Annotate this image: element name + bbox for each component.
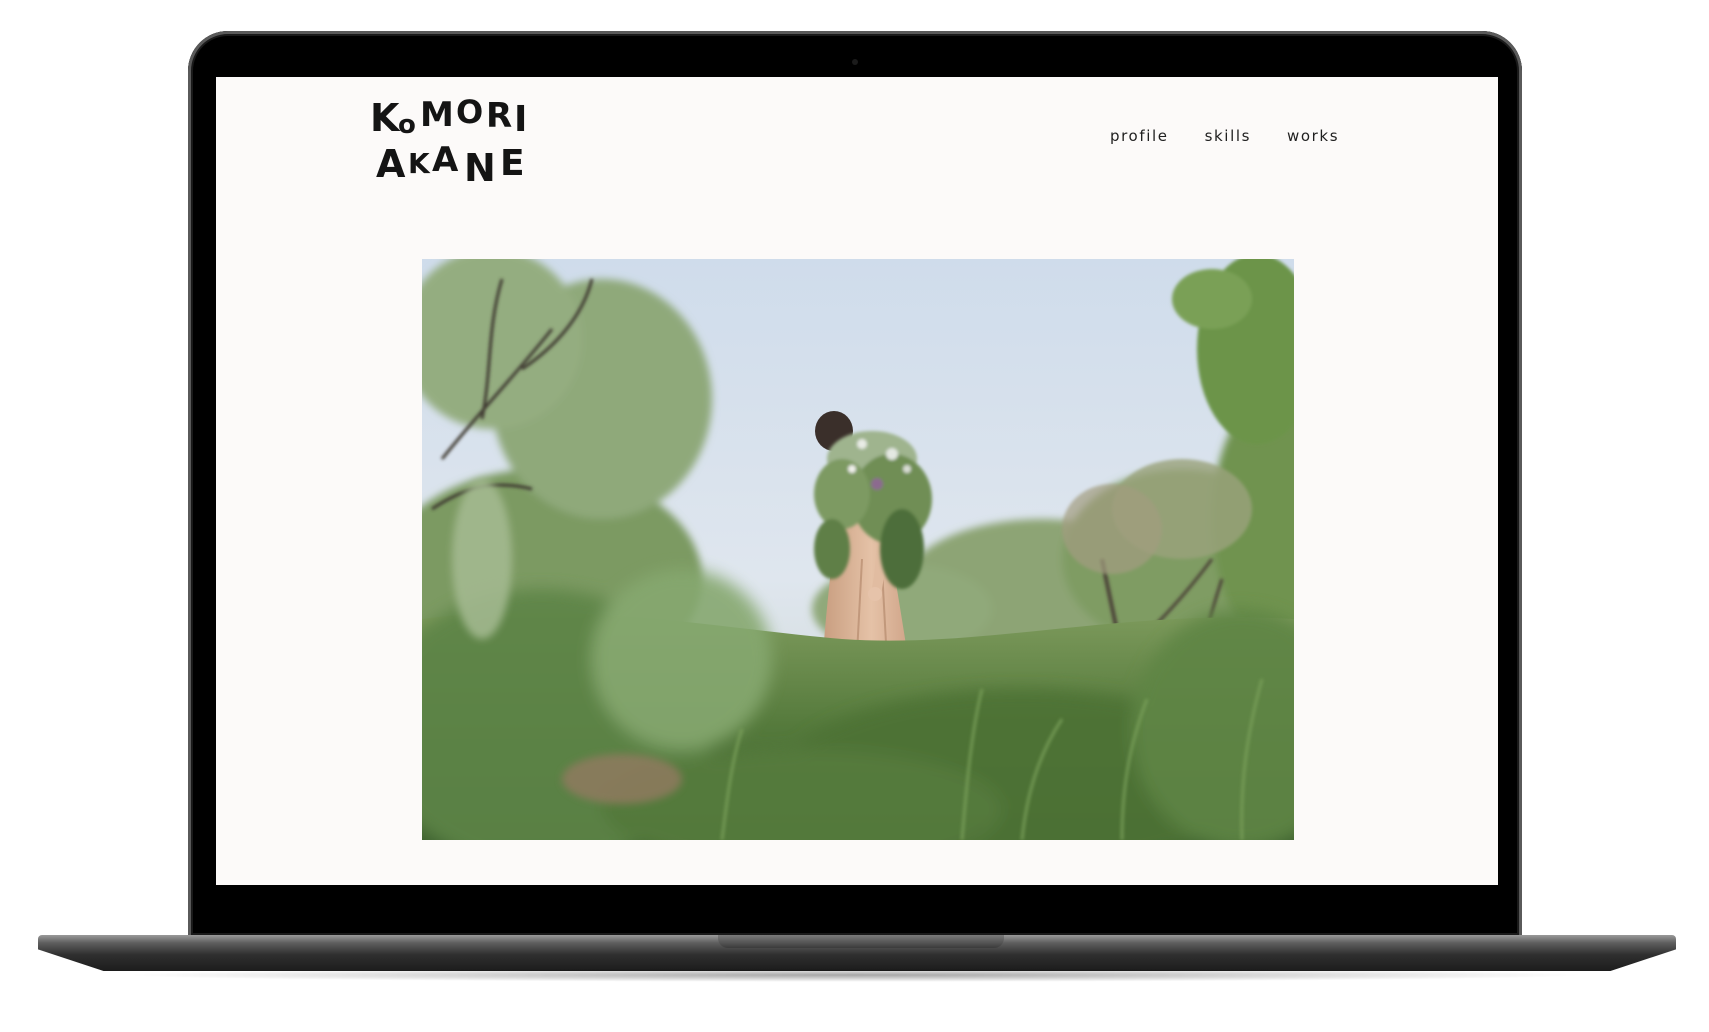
- site-logo[interactable]: K o M O R I A K A N E: [368, 89, 548, 185]
- main-nav: profile skills works: [1110, 127, 1339, 145]
- logo-letter: O: [456, 93, 483, 131]
- laptop-mockup: K o M O R I A K A N E profile skills wor…: [0, 0, 1709, 1032]
- hero-photo: [422, 259, 1294, 840]
- laptop-hinge-notch: [718, 935, 1004, 948]
- logo-letter: K: [408, 147, 431, 180]
- logo-letter: A: [376, 142, 406, 185]
- logo-letter: I: [514, 99, 527, 140]
- logo-letter: N: [464, 146, 496, 185]
- logo-letter: A: [432, 140, 459, 180]
- logo-letter: o: [398, 110, 416, 140]
- nav-link-profile[interactable]: profile: [1110, 127, 1169, 145]
- woman-in-field-photo: [422, 259, 1294, 840]
- camera-icon: [852, 59, 858, 65]
- logo-wordmark: K o M O R I A K A N E: [370, 93, 527, 185]
- website-screen: K o M O R I A K A N E profile skills wor…: [216, 77, 1498, 885]
- logo-letter: K: [370, 96, 401, 140]
- nav-link-skills[interactable]: skills: [1205, 127, 1251, 145]
- logo-letter: M: [420, 95, 454, 135]
- nav-link-works[interactable]: works: [1287, 127, 1339, 145]
- logo-letter: E: [500, 143, 525, 184]
- laptop-shadow: [120, 968, 1590, 982]
- logo-letter: R: [486, 96, 512, 136]
